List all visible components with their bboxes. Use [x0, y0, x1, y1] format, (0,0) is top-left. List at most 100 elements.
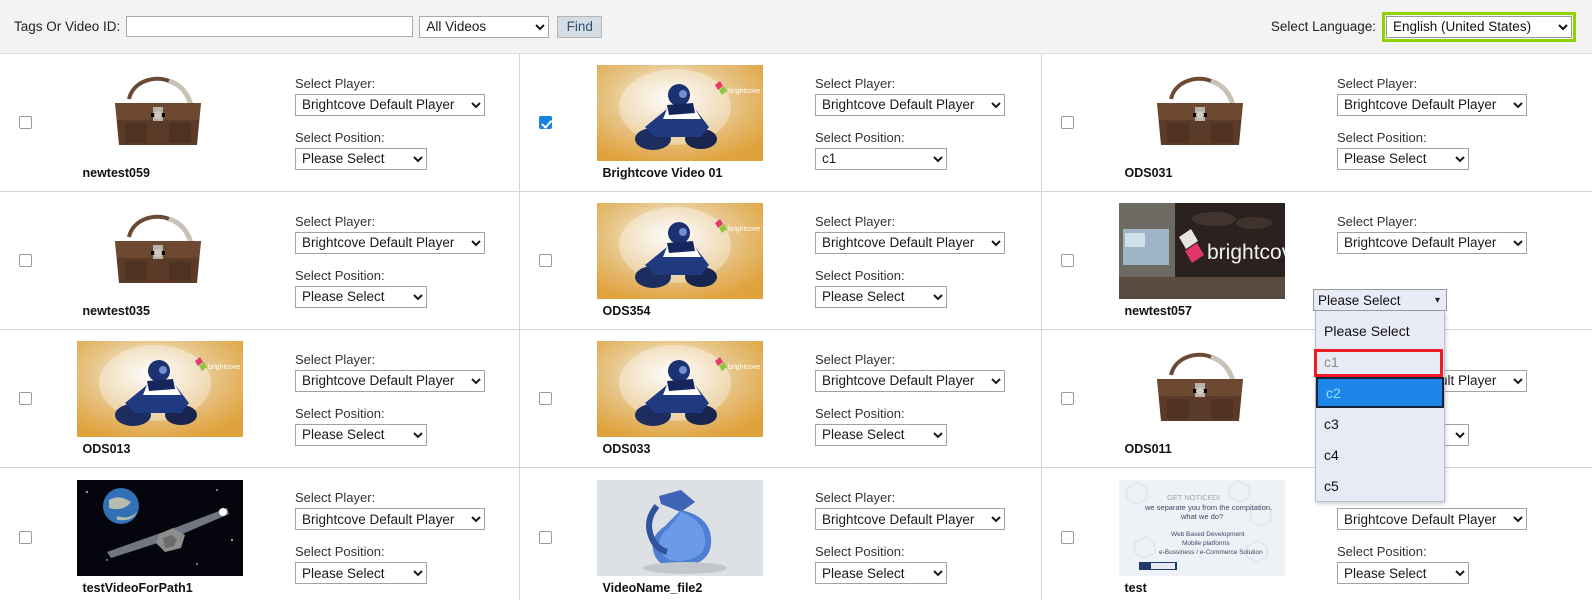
- position-select[interactable]: Please Select: [815, 423, 947, 446]
- video-checkbox-wrap: [8, 392, 42, 405]
- position-select[interactable]: Please Select: [815, 562, 947, 584]
- video-select-checkbox[interactable]: [1060, 530, 1074, 544]
- video-thumbnail[interactable]: [76, 479, 243, 576]
- video-cell: brightcove Brightcove Video 01 Select Play…: [520, 54, 1042, 191]
- player-select[interactable]: Brightcove Default Player: [815, 231, 1005, 254]
- dropdown-option[interactable]: c3: [1316, 408, 1444, 439]
- chevron-down-icon: ▾: [1434, 294, 1440, 306]
- search-input[interactable]: [126, 16, 414, 37]
- video-select-checkbox[interactable]: [1060, 392, 1074, 405]
- dropdown-option[interactable]: Please Select: [1316, 315, 1444, 346]
- video-thumbnail-column: ODS031: [1084, 65, 1319, 180]
- language-highlight-box: English (United States): [1382, 11, 1576, 42]
- svg-text:brightcove: brightcove: [728, 364, 760, 371]
- select-player-label: Select Player:: [1337, 75, 1418, 91]
- video-select-checkbox[interactable]: [538, 116, 552, 129]
- select-position-label: Select Position:: [295, 267, 385, 283]
- select-player-label: Select Player:: [815, 351, 896, 367]
- video-checkbox-wrap: [1050, 116, 1084, 129]
- video-checkbox-wrap: [528, 116, 562, 129]
- player-select[interactable]: Brightcove Default Player: [1337, 93, 1527, 116]
- video-select-checkbox[interactable]: [538, 530, 552, 544]
- select-player-label: Select Player:: [295, 351, 376, 367]
- dropdown-option[interactable]: c2: [1316, 377, 1444, 408]
- video-name-label: ODS031: [1124, 166, 1173, 180]
- position-select[interactable]: c1: [815, 147, 947, 170]
- video-select-checkbox[interactable]: [18, 530, 32, 544]
- player-select[interactable]: Brightcove Default Player: [815, 369, 1005, 392]
- position-select[interactable]: Please Select: [295, 285, 427, 308]
- player-select[interactable]: Brightcove Default Player: [295, 93, 485, 116]
- video-controls-column: Select Player:Brightcove Default PlayerS…: [1319, 490, 1592, 584]
- video-select-checkbox[interactable]: [18, 254, 32, 267]
- player-select[interactable]: Brightcove Default Player: [295, 231, 485, 254]
- find-button[interactable]: Find: [557, 15, 603, 38]
- open-position-dropdown[interactable]: Please Select ▾ Please Select c1 c2 c3 c4 c5: [1313, 289, 1447, 502]
- open-dropdown-trigger[interactable]: Please Select ▾: [1313, 289, 1447, 311]
- player-select[interactable]: Brightcove Default Player: [1337, 231, 1527, 254]
- open-dropdown-value: Please Select: [1318, 292, 1401, 308]
- video-select-checkbox[interactable]: [1060, 116, 1074, 129]
- video-row: newtest059 Select Player: Brightcove Defau…: [0, 54, 1592, 192]
- select-player-label: Select Player:: [815, 75, 896, 91]
- video-name-label: newtest059: [82, 166, 150, 180]
- player-select[interactable]: Brightcove Default Player: [1337, 508, 1527, 530]
- position-select[interactable]: Please Select: [1337, 562, 1469, 584]
- video-checkbox-wrap: [8, 530, 42, 544]
- video-thumbnail[interactable]: brightcove: [76, 341, 243, 437]
- select-position-label: Select Position:: [295, 129, 385, 145]
- video-controls-column: Select Player:Brightcove Default PlayerS…: [1319, 76, 1592, 170]
- svg-text:brightcove: brightcove: [728, 226, 760, 233]
- video-name-label: ODS013: [82, 442, 131, 456]
- video-checkbox-wrap: [528, 392, 562, 405]
- video-cell: VideoName_file2 Select Player: Brightcove …: [520, 468, 1042, 600]
- video-name-label: ODS033: [602, 442, 651, 456]
- svg-text:GET NOTICED!: GET NOTICED!: [1167, 493, 1220, 502]
- video-select-checkbox[interactable]: [538, 392, 552, 405]
- video-thumbnail[interactable]: brightcove: [596, 203, 763, 299]
- video-thumbnail[interactable]: [596, 479, 763, 576]
- video-select-checkbox[interactable]: [1060, 254, 1074, 267]
- position-select[interactable]: Please Select: [295, 562, 427, 584]
- video-controls-column: Select Player:Brightcove Default PlayerS…: [277, 352, 519, 446]
- position-select[interactable]: Please Select: [1337, 147, 1469, 170]
- language-select[interactable]: English (United States): [1386, 15, 1572, 38]
- video-thumbnail[interactable]: brightcove: [1118, 203, 1285, 299]
- video-select-checkbox[interactable]: [538, 254, 552, 267]
- video-thumbnail[interactable]: GET NOTICED! we separate you from the com…: [1118, 479, 1285, 576]
- video-controls-column: Select Player:Brightcove Default PlayerS…: [797, 490, 1041, 584]
- video-name-label: Brightcove Video 01: [602, 166, 723, 180]
- video-select-checkbox[interactable]: [18, 116, 32, 129]
- video-name-label: newtest035: [82, 304, 150, 318]
- position-select[interactable]: Please Select: [295, 423, 427, 446]
- dropdown-option[interactable]: c4: [1316, 439, 1444, 470]
- video-cell: ODS031 Select Player: Brightcove Default P…: [1042, 54, 1592, 191]
- open-dropdown-list[interactable]: Please Select c1 c2 c3 c4 c5: [1315, 311, 1445, 502]
- position-select[interactable]: Please Select: [295, 147, 427, 170]
- video-select-checkbox[interactable]: [18, 392, 32, 405]
- video-thumbnail[interactable]: [1118, 65, 1285, 161]
- dropdown-option[interactable]: c1: [1316, 346, 1444, 377]
- video-thumbnail[interactable]: [76, 65, 243, 161]
- tags-or-video-id-label: Tags Or Video ID:: [14, 19, 121, 34]
- video-cell: testVideoForPath1 Select Player: Brightcov…: [0, 468, 520, 600]
- player-select[interactable]: Brightcove Default Player: [815, 508, 1005, 530]
- svg-text:Web Based Development: Web Based Development: [1171, 531, 1245, 538]
- video-thumbnail-column: brightcove newtest057: [1084, 203, 1319, 318]
- svg-text:Mobile platforms: Mobile platforms: [1182, 540, 1230, 547]
- video-thumbnail[interactable]: [1118, 341, 1285, 437]
- video-thumbnail[interactable]: brightcove: [596, 341, 763, 437]
- select-player-label: Select Player:: [295, 490, 376, 505]
- video-controls-column: Select Player:Brightcove Default PlayerS…: [277, 490, 519, 584]
- player-select[interactable]: Brightcove Default Player: [815, 93, 1005, 116]
- position-select[interactable]: Please Select: [815, 285, 947, 308]
- video-name-label: ODS354: [602, 304, 651, 318]
- video-controls-column: Select Player:Brightcove Default PlayerS…: [277, 214, 519, 308]
- video-name-label: test: [1124, 580, 1147, 595]
- video-filter-select[interactable]: All Videos: [419, 15, 550, 38]
- dropdown-option[interactable]: c5: [1316, 470, 1444, 501]
- player-select[interactable]: Brightcove Default Player: [295, 508, 485, 530]
- player-select[interactable]: Brightcove Default Player: [295, 369, 485, 392]
- video-thumbnail[interactable]: [76, 203, 243, 299]
- video-thumbnail[interactable]: brightcove: [596, 65, 763, 161]
